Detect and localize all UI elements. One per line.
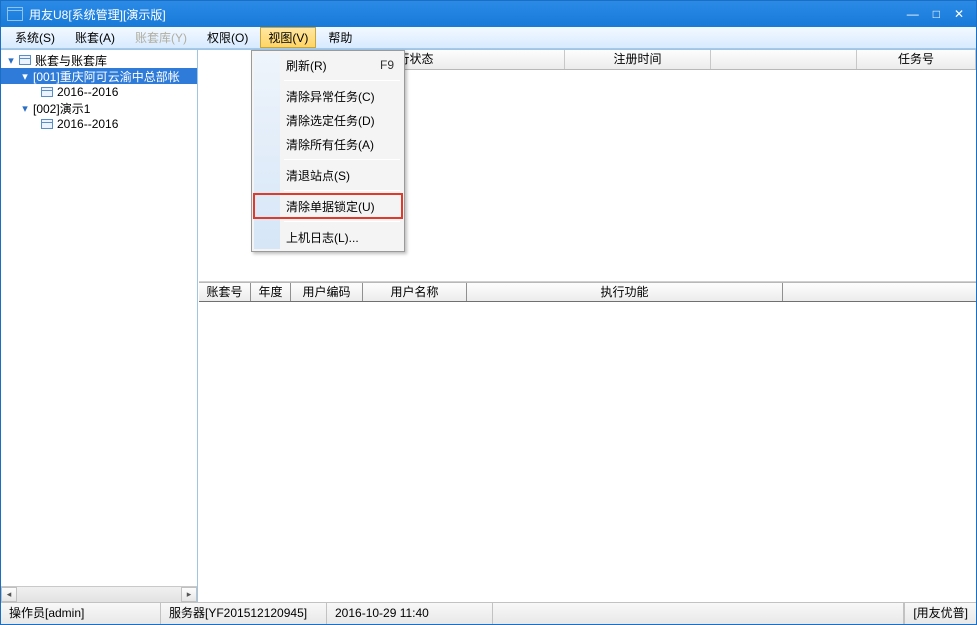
scroll-left-icon[interactable]: ◂ xyxy=(1,587,17,602)
window-title: 用友U8[系统管理][演示版] xyxy=(29,6,907,23)
status-brand: [用友优普] xyxy=(904,603,976,624)
col-acctno[interactable]: 账套号 xyxy=(199,283,251,301)
menu-permission[interactable]: 权限(O) xyxy=(199,27,256,48)
db-icon xyxy=(41,87,53,97)
scroll-track[interactable] xyxy=(17,587,181,602)
menu-item-label: 刷新(R) xyxy=(286,57,327,74)
tree-item-001[interactable]: ▾ [001]重庆阿可云渝中总部帐 xyxy=(1,68,197,84)
tree-item-002-child[interactable]: 2016--2016 xyxy=(1,116,197,132)
menu-separator xyxy=(284,190,400,191)
tree-root[interactable]: ▾ 账套与账套库 xyxy=(1,52,197,68)
status-server: 服务器[YF201512120945] xyxy=(161,603,327,624)
tree-item-label: [002]演示1 xyxy=(33,100,90,117)
menubar: 系统(S) 账套(A) 账套库(Y) 权限(O) 视图(V) 帮助 xyxy=(1,27,976,49)
col-func[interactable]: 执行功能 xyxy=(467,283,783,301)
menu-item-label: 清除选定任务(D) xyxy=(286,112,375,129)
menu-item-label: 上机日志(L)... xyxy=(286,229,359,246)
app-icon xyxy=(7,7,23,21)
menu-clear-lock[interactable]: 清除单据锁定(U) xyxy=(254,194,402,218)
tree-item-label: 2016--2016 xyxy=(57,85,118,99)
maximize-button[interactable]: □ xyxy=(933,8,940,20)
menu-item-label: 清除异常任务(C) xyxy=(286,88,375,105)
menu-help[interactable]: 帮助 xyxy=(320,27,360,48)
collapse-icon[interactable]: ▾ xyxy=(19,102,31,115)
status-operator: 操作员[admin] xyxy=(1,603,161,624)
menu-item-label: 清除所有任务(A) xyxy=(286,136,374,153)
collapse-icon[interactable]: ▾ xyxy=(19,70,31,83)
folder-icon xyxy=(19,55,31,65)
tree-root-label: 账套与账套库 xyxy=(35,52,107,69)
titlebar[interactable]: 用友U8[系统管理][演示版] — □ ✕ xyxy=(1,1,976,27)
view-dropdown: 刷新(R) F9 清除异常任务(C) 清除选定任务(D) 清除所有任务(A) xyxy=(251,50,405,252)
menu-clear-selected[interactable]: 清除选定任务(D) xyxy=(254,108,402,132)
menu-clear-all[interactable]: 清除所有任务(A) xyxy=(254,132,402,156)
tree-item-002[interactable]: ▾ [002]演示1 xyxy=(1,100,197,116)
statusbar: 操作员[admin] 服务器[YF201512120945] 2016-10-2… xyxy=(1,602,976,624)
tree-item-001-child[interactable]: 2016--2016 xyxy=(1,84,197,100)
menu-clear-station[interactable]: 清退站点(S) xyxy=(254,163,402,187)
app-window: 用友U8[系统管理][演示版] — □ ✕ 系统(S) 账套(A) 账套库(Y)… xyxy=(0,0,977,625)
menu-refresh[interactable]: 刷新(R) F9 xyxy=(254,53,402,77)
lower-grid: 账套号 年度 用户编码 用户名称 执行功能 xyxy=(199,282,976,602)
db-icon xyxy=(41,119,53,129)
collapse-icon[interactable]: ▾ xyxy=(5,54,17,67)
menu-account[interactable]: 账套(A) xyxy=(67,27,123,48)
tree-item-label: 2016--2016 xyxy=(57,117,118,131)
window-controls: — □ ✕ xyxy=(907,8,970,20)
col-username[interactable]: 用户名称 xyxy=(363,283,467,301)
col-spacer xyxy=(711,50,857,69)
menu-shortcut: F9 xyxy=(380,58,394,72)
col-taskno[interactable]: 任务号 xyxy=(857,50,976,69)
upper-grid: 运行状态 注册时间 任务号 刷新(R) F9 清除异常任务(C) xyxy=(199,50,976,282)
col-year[interactable]: 年度 xyxy=(251,283,291,301)
menu-accountlib: 账套库(Y) xyxy=(127,27,195,48)
menu-separator xyxy=(284,80,400,81)
sidebar-hscroll[interactable]: ◂ ▸ xyxy=(1,586,197,602)
sidebar: ▾ 账套与账套库 ▾ [001]重庆阿可云渝中总部帐 2016--2016 ▾ … xyxy=(1,50,198,602)
menu-clear-abnormal[interactable]: 清除异常任务(C) xyxy=(254,84,402,108)
status-datetime: 2016-10-29 11:40 xyxy=(327,603,493,624)
menu-item-label: 清退站点(S) xyxy=(286,167,350,184)
main-area: 运行状态 注册时间 任务号 刷新(R) F9 清除异常任务(C) xyxy=(198,50,976,602)
lower-grid-body[interactable] xyxy=(199,302,976,602)
lower-grid-header: 账套号 年度 用户编码 用户名称 执行功能 xyxy=(199,282,976,302)
menu-separator xyxy=(284,159,400,160)
menu-separator xyxy=(284,221,400,222)
menu-log[interactable]: 上机日志(L)... xyxy=(254,225,402,249)
minimize-button[interactable]: — xyxy=(907,8,919,20)
scroll-right-icon[interactable]: ▸ xyxy=(181,587,197,602)
tree-item-label: [001]重庆阿可云渝中总部帐 xyxy=(33,68,180,85)
menu-view[interactable]: 视图(V) xyxy=(260,27,316,48)
col-usercode[interactable]: 用户编码 xyxy=(291,283,363,301)
menu-item-label: 清除单据锁定(U) xyxy=(286,198,375,215)
body: ▾ 账套与账套库 ▾ [001]重庆阿可云渝中总部帐 2016--2016 ▾ … xyxy=(1,49,976,602)
menu-system[interactable]: 系统(S) xyxy=(7,27,63,48)
status-spacer xyxy=(493,603,904,624)
close-button[interactable]: ✕ xyxy=(954,8,964,20)
tree[interactable]: ▾ 账套与账套库 ▾ [001]重庆阿可云渝中总部帐 2016--2016 ▾ … xyxy=(1,50,197,586)
col-regtime[interactable]: 注册时间 xyxy=(565,50,711,69)
